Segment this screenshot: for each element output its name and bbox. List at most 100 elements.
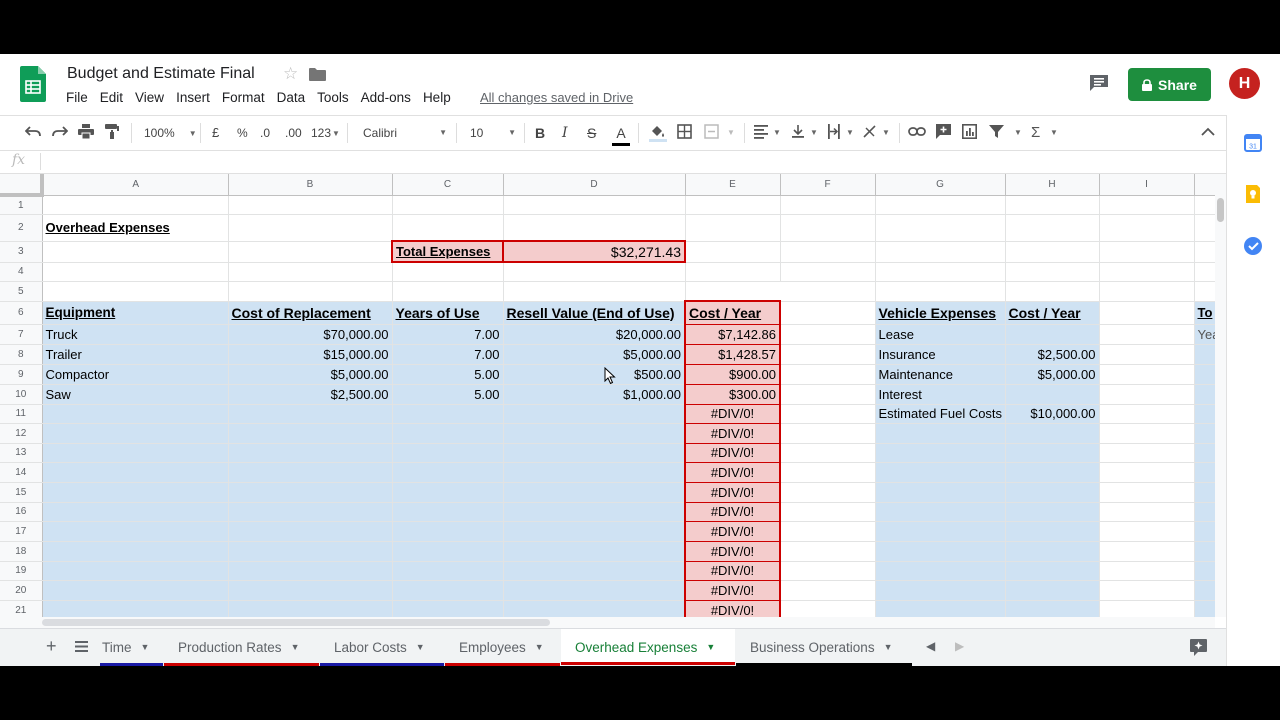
tasks-icon[interactable] bbox=[1243, 236, 1263, 256]
cell[interactable] bbox=[1099, 462, 1195, 483]
cell[interactable]: Interest bbox=[875, 384, 1006, 405]
cell[interactable] bbox=[875, 462, 1006, 483]
cell[interactable] bbox=[392, 541, 504, 562]
cell[interactable]: $10,000.00 bbox=[1005, 404, 1100, 424]
cell[interactable] bbox=[1099, 384, 1195, 405]
cell[interactable] bbox=[875, 262, 1006, 282]
cell[interactable] bbox=[1099, 214, 1195, 242]
cell[interactable] bbox=[875, 195, 1006, 215]
avatar[interactable]: H bbox=[1229, 68, 1260, 99]
cell[interactable] bbox=[1099, 364, 1195, 385]
cell[interactable] bbox=[503, 195, 686, 215]
cell[interactable] bbox=[42, 600, 229, 617]
explore-icon[interactable] bbox=[1190, 639, 1207, 656]
row-header[interactable]: 7 bbox=[0, 324, 43, 345]
row-header[interactable]: 13 bbox=[0, 443, 43, 463]
cell[interactable] bbox=[780, 443, 876, 463]
cell[interactable] bbox=[42, 281, 229, 302]
cell[interactable] bbox=[503, 502, 686, 522]
cell[interactable] bbox=[1005, 600, 1100, 617]
filter-icon[interactable]: ▼ bbox=[989, 124, 1023, 142]
cell[interactable] bbox=[780, 580, 876, 601]
cell[interactable] bbox=[875, 541, 1006, 562]
cell[interactable] bbox=[1194, 241, 1215, 263]
column-header[interactable]: F bbox=[780, 174, 876, 196]
row-header[interactable]: 14 bbox=[0, 462, 43, 483]
all-sheets-icon[interactable] bbox=[75, 641, 88, 652]
decrease-decimal-button[interactable]: .0 bbox=[260, 124, 270, 142]
cell[interactable] bbox=[392, 580, 504, 601]
cell[interactable] bbox=[1194, 364, 1215, 385]
total-expenses-label[interactable]: Total Expenses bbox=[391, 240, 504, 263]
cell[interactable] bbox=[1005, 241, 1100, 263]
cell[interactable] bbox=[780, 482, 876, 503]
cell[interactable] bbox=[503, 423, 686, 444]
functions-icon[interactable]: Σ ▼ bbox=[1031, 124, 1059, 142]
insert-link-icon[interactable] bbox=[908, 124, 926, 142]
cell[interactable] bbox=[1005, 580, 1100, 601]
header-vehicle-expenses[interactable]: Vehicle Expenses bbox=[875, 301, 1006, 325]
cell[interactable]: $15,000.00 bbox=[228, 344, 393, 365]
cell[interactable] bbox=[503, 521, 686, 542]
cell[interactable] bbox=[780, 281, 876, 302]
scroll-tabs-right-icon[interactable]: ▶ bbox=[955, 639, 964, 653]
cell[interactable]: $1,000.00 bbox=[503, 384, 686, 405]
row-header[interactable]: 3 bbox=[0, 241, 43, 263]
cell[interactable] bbox=[1194, 195, 1215, 215]
cell[interactable] bbox=[503, 462, 686, 483]
paint-format-icon[interactable] bbox=[105, 124, 119, 142]
row-header[interactable]: 2 bbox=[0, 214, 43, 242]
cell[interactable]: Insurance bbox=[875, 344, 1006, 365]
increase-decimal-button[interactable]: .00 bbox=[285, 124, 302, 142]
row-header[interactable]: 6 bbox=[0, 301, 43, 325]
cell[interactable]: Saw bbox=[42, 384, 229, 405]
column-header[interactable]: B bbox=[228, 174, 393, 196]
text-wrapping-icon[interactable]: ▼ bbox=[827, 124, 855, 142]
sheet-tab-business-operations[interactable]: Business Operations ▼ bbox=[736, 629, 912, 666]
cell[interactable] bbox=[42, 482, 229, 503]
cost-per-year-cell[interactable]: $900.00 bbox=[684, 364, 781, 385]
cell[interactable] bbox=[1194, 482, 1215, 503]
cell[interactable] bbox=[1194, 384, 1215, 405]
cell[interactable] bbox=[685, 214, 781, 242]
header-column-j[interactable]: To bbox=[1194, 301, 1215, 325]
cell[interactable] bbox=[228, 404, 393, 424]
header-cost-per-year[interactable]: Cost / Year bbox=[684, 301, 781, 325]
cell[interactable] bbox=[228, 462, 393, 483]
cell[interactable] bbox=[780, 324, 876, 345]
cell[interactable] bbox=[780, 561, 876, 581]
cell[interactable] bbox=[228, 262, 393, 282]
cell[interactable] bbox=[780, 241, 876, 263]
cell[interactable] bbox=[392, 443, 504, 463]
row-header[interactable]: 12 bbox=[0, 423, 43, 444]
row-header[interactable]: 4 bbox=[0, 262, 43, 282]
row-header[interactable]: 18 bbox=[0, 541, 43, 562]
more-formats-select[interactable]: 123▼ bbox=[311, 124, 340, 142]
cell[interactable] bbox=[1005, 541, 1100, 562]
star-icon[interactable]: ☆ bbox=[283, 65, 298, 83]
cell[interactable] bbox=[1005, 462, 1100, 483]
cell[interactable] bbox=[875, 482, 1006, 503]
sheets-logo-icon[interactable] bbox=[20, 66, 46, 102]
comment-icon[interactable] bbox=[1089, 74, 1109, 92]
cell[interactable] bbox=[780, 344, 876, 365]
cell[interactable] bbox=[1005, 521, 1100, 542]
menu-view[interactable]: View bbox=[135, 90, 164, 108]
cell[interactable] bbox=[392, 502, 504, 522]
cell[interactable]: $2,500.00 bbox=[228, 384, 393, 405]
cell[interactable] bbox=[228, 195, 393, 215]
cell[interactable] bbox=[1194, 502, 1215, 522]
cell[interactable] bbox=[780, 541, 876, 562]
cell[interactable] bbox=[1099, 262, 1195, 282]
cost-per-year-cell[interactable]: $7,142.86 bbox=[684, 324, 781, 345]
redo-icon[interactable] bbox=[52, 124, 69, 142]
row-header[interactable]: 16 bbox=[0, 502, 43, 522]
row-header[interactable]: 15 bbox=[0, 482, 43, 503]
print-icon[interactable] bbox=[78, 124, 94, 142]
cell[interactable]: $500.00 bbox=[503, 364, 686, 385]
cell[interactable] bbox=[1194, 541, 1215, 562]
cell[interactable]: $5,000.00 bbox=[228, 364, 393, 385]
cell[interactable] bbox=[228, 561, 393, 581]
cell[interactable] bbox=[42, 541, 229, 562]
insert-chart-icon[interactable] bbox=[962, 124, 977, 142]
